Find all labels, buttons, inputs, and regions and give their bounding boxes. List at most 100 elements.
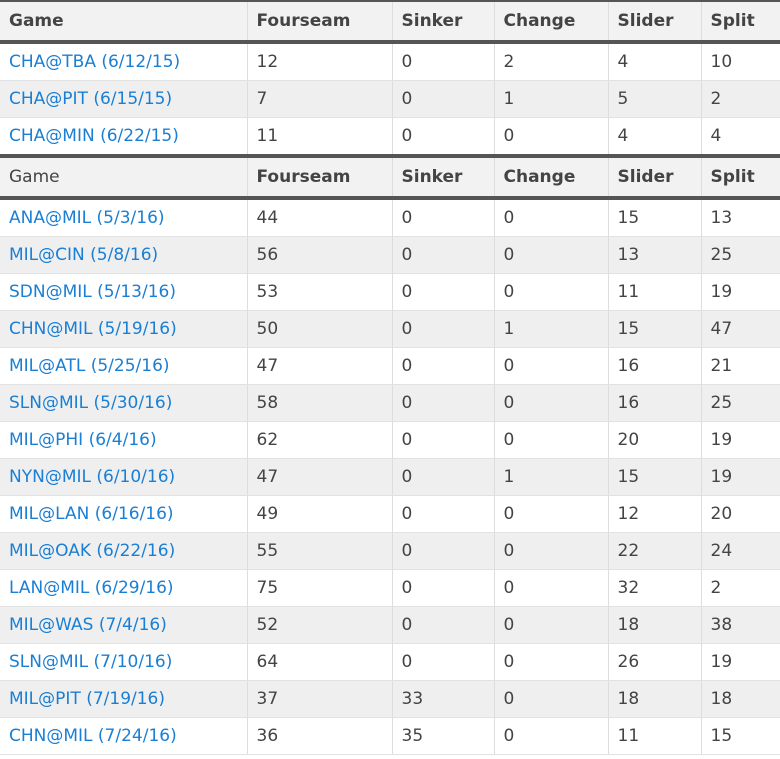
cell-fourseam: 58	[247, 384, 393, 422]
cell-slider: 12	[608, 495, 702, 533]
cell-split: 2	[701, 80, 780, 118]
cell-split: 38	[701, 606, 780, 644]
game-link[interactable]: CHA@MIN (6/22/15)	[0, 117, 248, 157]
header-sinker: Sinker	[392, 0, 495, 44]
cell-change: 0	[494, 680, 609, 718]
cell-change: 0	[494, 569, 609, 607]
cell-slider: 22	[608, 532, 702, 570]
cell-slider: 15	[608, 310, 702, 348]
header-split: Split	[701, 0, 780, 44]
section-2016-header: Game Fourseam Sinker Change Slider Split	[0, 154, 780, 200]
table-row: LAN@MIL (6/29/16) 75 0 0 32 2	[0, 569, 780, 607]
table-row: MIL@ATL (5/25/16) 47 0 0 16 21	[0, 347, 780, 385]
cell-fourseam: 12	[247, 42, 393, 81]
cell-slider: 13	[608, 236, 702, 274]
cell-split: 19	[701, 273, 780, 311]
table-row: CHA@TBA (6/12/15) 12 0 2 4 10	[0, 42, 780, 81]
game-link[interactable]: MIL@PHI (6/4/16)	[0, 421, 248, 459]
cell-sinker: 0	[392, 42, 495, 81]
header-change: Change	[494, 0, 609, 44]
game-link[interactable]: LAN@MIL (6/29/16)	[0, 569, 248, 607]
cell-change: 1	[494, 80, 609, 118]
cell-fourseam: 52	[247, 606, 393, 644]
header-change: Change	[494, 154, 609, 200]
game-link[interactable]: MIL@PIT (7/19/16)	[0, 680, 248, 718]
cell-split: 15	[701, 717, 780, 755]
cell-change: 0	[494, 273, 609, 311]
cell-change: 0	[494, 606, 609, 644]
cell-fourseam: 47	[247, 347, 393, 385]
table-row: NYN@MIL (6/10/16) 47 0 1 15 19	[0, 458, 780, 496]
table-row: CHN@MIL (5/19/16) 50 0 1 15 47	[0, 310, 780, 348]
header-slider: Slider	[608, 0, 702, 44]
cell-sinker: 0	[392, 458, 495, 496]
section-2015-body: CHA@TBA (6/12/15) 12 0 2 4 10 CHA@PIT (6/15/15…	[0, 42, 780, 157]
cell-sinker: 35	[392, 717, 495, 755]
cell-sinker: 0	[392, 310, 495, 348]
cell-split: 13	[701, 198, 780, 237]
cell-sinker: 0	[392, 117, 495, 157]
table-row: CHN@MIL (7/24/16) 36 35 0 11 15	[0, 717, 780, 755]
cell-change: 0	[494, 236, 609, 274]
cell-split: 2	[701, 569, 780, 607]
cell-change: 2	[494, 42, 609, 81]
cell-slider: 11	[608, 717, 702, 755]
cell-split: 25	[701, 384, 780, 422]
game-link[interactable]: MIL@WAS (7/4/16)	[0, 606, 248, 644]
cell-split: 47	[701, 310, 780, 348]
game-link[interactable]: MIL@LAN (6/16/16)	[0, 495, 248, 533]
cell-sinker: 0	[392, 80, 495, 118]
game-link[interactable]: SDN@MIL (5/13/16)	[0, 273, 248, 311]
cell-split: 20	[701, 495, 780, 533]
cell-slider: 5	[608, 80, 702, 118]
cell-split: 19	[701, 458, 780, 496]
cell-slider: 4	[608, 117, 702, 157]
cell-slider: 15	[608, 458, 702, 496]
game-link[interactable]: CHA@TBA (6/12/15)	[0, 42, 248, 81]
cell-sinker: 0	[392, 569, 495, 607]
cell-sinker: 0	[392, 198, 495, 237]
cell-sinker: 0	[392, 236, 495, 274]
table-row: MIL@OAK (6/22/16) 55 0 0 22 24	[0, 532, 780, 570]
game-link[interactable]: SLN@MIL (7/10/16)	[0, 643, 248, 681]
cell-sinker: 0	[392, 532, 495, 570]
cell-slider: 11	[608, 273, 702, 311]
cell-slider: 16	[608, 347, 702, 385]
header-game: Game	[0, 0, 248, 44]
game-link[interactable]: ANA@MIL (5/3/16)	[0, 198, 248, 237]
cell-split: 19	[701, 643, 780, 681]
table-row: CHA@MIN (6/22/15) 11 0 0 4 4	[0, 117, 780, 157]
cell-sinker: 33	[392, 680, 495, 718]
table-row: MIL@PHI (6/4/16) 62 0 0 20 19	[0, 421, 780, 459]
cell-fourseam: 36	[247, 717, 393, 755]
game-link[interactable]: MIL@CIN (5/8/16)	[0, 236, 248, 274]
game-link[interactable]: MIL@OAK (6/22/16)	[0, 532, 248, 570]
cell-slider: 16	[608, 384, 702, 422]
cell-change: 0	[494, 384, 609, 422]
game-link[interactable]: CHN@MIL (5/19/16)	[0, 310, 248, 348]
cell-change: 0	[494, 495, 609, 533]
cell-fourseam: 64	[247, 643, 393, 681]
cell-slider: 20	[608, 421, 702, 459]
cell-fourseam: 56	[247, 236, 393, 274]
header-slider: Slider	[608, 154, 702, 200]
game-link[interactable]: NYN@MIL (6/10/16)	[0, 458, 248, 496]
cell-split: 25	[701, 236, 780, 274]
table-row: SLN@MIL (7/10/16) 64 0 0 26 19	[0, 643, 780, 681]
game-link[interactable]: MIL@ATL (5/25/16)	[0, 347, 248, 385]
cell-sinker: 0	[392, 495, 495, 533]
cell-sinker: 0	[392, 384, 495, 422]
cell-fourseam: 37	[247, 680, 393, 718]
cell-slider: 26	[608, 643, 702, 681]
game-link[interactable]: CHA@PIT (6/15/15)	[0, 80, 248, 118]
table-row: MIL@WAS (7/4/16) 52 0 0 18 38	[0, 606, 780, 644]
cell-change: 0	[494, 717, 609, 755]
header-sinker: Sinker	[392, 154, 495, 200]
game-link[interactable]: SLN@MIL (5/30/16)	[0, 384, 248, 422]
table-row: MIL@CIN (5/8/16) 56 0 0 13 25	[0, 236, 780, 274]
cell-fourseam: 7	[247, 80, 393, 118]
cell-fourseam: 75	[247, 569, 393, 607]
game-link[interactable]: CHN@MIL (7/24/16)	[0, 717, 248, 755]
cell-fourseam: 49	[247, 495, 393, 533]
cell-sinker: 0	[392, 421, 495, 459]
